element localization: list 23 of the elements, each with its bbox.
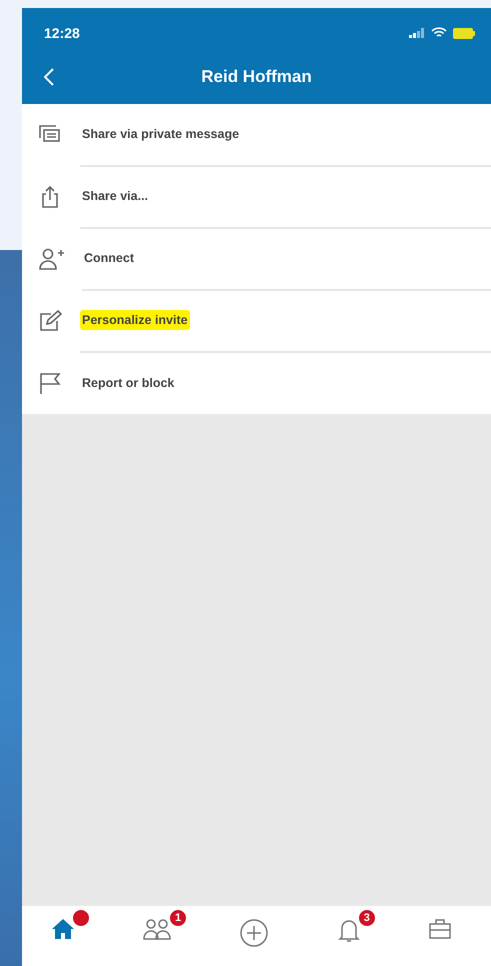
menu-item[interactable]: Personalize invite [80,310,190,330]
people-icon [142,918,172,940]
briefcase-icon [428,918,452,940]
status-time: 12:28 [44,25,80,41]
notification-count: 3 [358,910,375,926]
signal-icon [409,28,425,38]
menu-item[interactable]: Connect [82,248,136,268]
edit-icon [38,310,62,332]
tab-button[interactable]: 3 [332,910,375,948]
bell-icon [336,918,361,944]
battery-icon [453,28,475,38]
home-icon [50,918,75,940]
menu-item[interactable]: Report or block [80,373,176,393]
notification-count: 1 [170,910,186,926]
header-title: Reid Hoffman [200,67,313,87]
add-circle-icon [239,918,270,948]
menu-item[interactable]: Share via... [80,186,150,206]
tab-button[interactable]: 1 [138,910,186,944]
flag-icon [38,371,62,395]
back-icon[interactable] [44,68,54,86]
menu-item[interactable]: Share via private message [80,124,242,144]
wifi-icon [431,27,447,39]
add-person-icon [38,248,64,270]
